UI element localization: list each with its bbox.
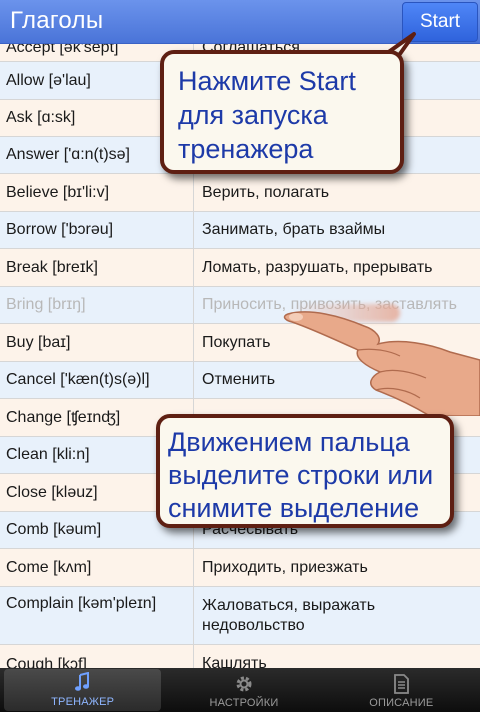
list-item[interactable]: Borrow ['bɔrəu] Занимать, брать взаймы [0,212,480,249]
verb-translation: Приходить, приезжать [202,558,368,576]
document-icon [394,674,410,694]
list-item[interactable]: Cough [kɔf] Кашлять [0,645,480,668]
list-item[interactable]: Believe [bɪ'li:v] Верить, полагать [0,174,480,212]
verb-english: Cough [kɔf] [0,645,194,668]
verb-translation: Кашлять [202,655,267,668]
verb-english: Come [kʌm] [0,549,194,586]
list-item[interactable]: Break [breɪk] Ломать, разрушать, прерыва… [0,249,480,287]
music-note-icon [74,672,89,691]
page-title: Глаголы [10,7,104,34]
verb-translation: Занимать, брать взаймы [202,221,386,238]
verb-english: Cancel ['kæn(t)s(ə)l] [0,362,194,398]
list-item[interactable]: Come [kʌm] Приходить, приезжать [0,549,480,587]
verb-translation: Ломать, разрушать, прерывать [202,258,433,276]
tab-label: ОПИСАНИЕ [369,697,434,709]
tab-trainer[interactable]: ТРЕНАЖЕР [4,669,162,711]
tab-settings[interactable]: НАСТРОЙКИ [165,668,322,712]
tab-description[interactable]: ОПИСАНИЕ [323,668,480,712]
verb-english: Bring [brɪŋ] [0,287,194,323]
verb-english: Break [breɪk] [0,249,194,286]
verb-english: Believe [bɪ'li:v] [0,174,194,211]
verb-translation: Жаловаться, выражать недовольство [202,596,376,634]
start-hint-callout: Нажмите Start для запуска тренажера [160,50,404,174]
bottom-tab-bar: ТРЕНАЖЕР НАСТРОЙКИ ОПИСАНИЕ [0,668,480,712]
gear-icon [236,676,252,692]
verb-translation: Верить, полагать [202,183,330,201]
tab-label: НАСТРОЙКИ [209,697,279,709]
verb-english: Borrow ['bɔrəu] [0,212,194,248]
pointing-hand-icon [283,311,480,416]
verb-english: Complain [kəm'pleɪn] [0,587,194,644]
tab-label: ТРЕНАЖЕР [51,696,115,708]
verb-english: Buy [baɪ] [0,324,194,361]
list-item[interactable]: Complain [kəm'pleɪn] Жаловаться, выражат… [0,587,480,645]
swipe-hint-callout: Движением пальца выделите строки или сни… [156,414,454,528]
